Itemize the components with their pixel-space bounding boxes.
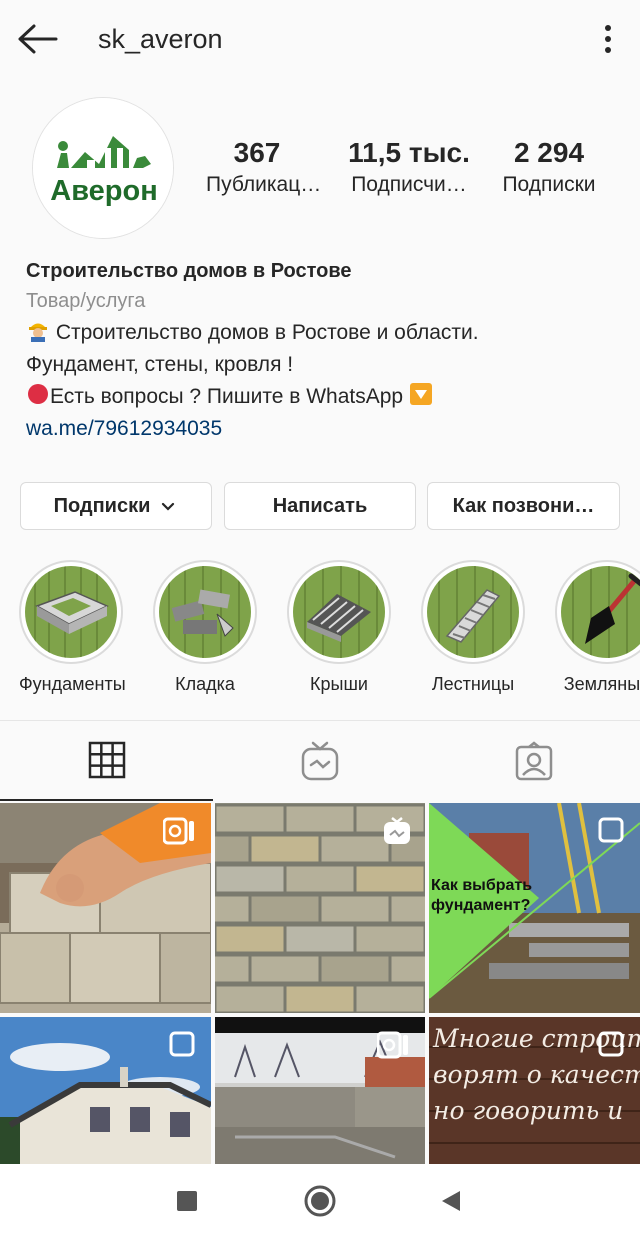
highlight-stairs-label: Лестницы [431,674,515,694]
tagged-icon [515,741,552,781]
posts-label: Публикац… [206,173,322,196]
carousel-icon [169,1031,195,1057]
call-button[interactable]: Как позвони… [427,482,620,530]
igtv-badge-icon [384,817,410,844]
roof-icon [293,566,385,658]
post-tile[interactable] [0,1017,211,1164]
profile-display-name: Строительство домов в Ростове [26,260,352,282]
recent-apps-icon[interactable] [176,1190,198,1212]
bio-line-1-text: Строительство домов в Ростове и области. [55,321,479,344]
following-count: 2 294 [513,137,585,168]
chevron-down-icon [162,502,175,511]
highlight-masonry-label: Кладка [175,674,235,694]
followers-count: 11,5 тыс. [348,137,470,168]
tab-igtv[interactable] [213,721,426,801]
highlight-ring [555,560,640,664]
bio-line-2: Фундамент, стены, кровля ! [26,353,294,376]
back-nav-icon[interactable] [440,1189,462,1213]
profile-tabs [0,720,640,801]
highlight-masonry[interactable]: Кладка [153,560,257,698]
tab-grid[interactable] [0,721,213,801]
carousel-icon [598,1031,624,1057]
profile-category: Товар/услуга [26,290,146,312]
posts-count: 367 [233,137,281,168]
bio-line-3: Есть вопросы ? Пишите в WhatsApp [26,381,626,413]
highlight-stairs[interactable]: Лестницы [421,560,525,698]
bio-line-1: Строительство домов в Ростове и области. [26,317,626,349]
posts-stat[interactable]: 367 Публикац… [206,136,322,200]
highlight-foundations[interactable]: Фундаменты [19,560,126,698]
highlight-earthworks-label: Земляные [563,674,640,694]
highlight-roofs-label: Крыши [310,674,368,694]
highlight-ring [153,560,257,664]
post-overlay-text: Как выбрать фундамент? [431,877,533,914]
shovel-icon [561,566,640,658]
highlight-roofs[interactable]: Крыши [287,560,391,698]
highlight-ring [421,560,525,664]
post-tile[interactable]: Как выбрать фундамент? [429,803,640,1013]
highlight-earthworks[interactable]: Земляные [555,560,640,698]
igtv-icon [301,741,338,781]
more-options-icon[interactable] [596,22,620,56]
top-bar: sk_averon [0,0,640,78]
following-button-label: Подписки [53,494,151,517]
video-icon [163,817,194,845]
followers-stat[interactable]: 11,5 тыс. Подписчи… [344,136,474,200]
bricks-icon [159,566,251,658]
home-icon[interactable] [304,1185,336,1217]
message-button[interactable]: Написать [224,482,416,530]
highlight-ring [287,560,391,664]
post-tile[interactable] [215,803,425,1013]
red-circle-icon [28,384,48,404]
profile-bio: Строительство домов в Ростове Товар/услу… [26,256,626,445]
stairs-icon [427,566,519,658]
down-arrow-button-icon [409,383,432,405]
followers-label: Подписчи… [351,173,467,196]
post-wood-text-line: но говорить и [433,1096,624,1125]
following-button[interactable]: Подписки [20,482,212,530]
profile-username: sk_averon [98,24,223,54]
highlight-foundations-label: Фундаменты [19,674,126,694]
following-stat[interactable]: 2 294 Подписки [494,136,604,200]
avatar-logo-text: Аверон [50,175,157,207]
post-tile[interactable] [215,1017,425,1164]
grid-icon [88,741,125,779]
highlight-ring [19,560,123,664]
post-tile[interactable]: Многие строит ворят о качеств но говорит… [429,1017,640,1164]
message-button-label: Написать [272,494,368,517]
post-tile[interactable] [0,803,211,1013]
bio-line-3-text: Есть вопросы ? Пишите в WhatsApp [50,385,404,408]
following-label: Подписки [502,173,596,196]
construction-worker-icon [29,323,47,342]
system-navigation-bar [0,1164,640,1240]
carousel-icon [598,817,624,843]
back-arrow-icon[interactable] [16,22,60,56]
bio-link[interactable]: wa.me/79612934035 [26,413,626,445]
foundation-icon [25,566,117,658]
video-icon [377,1031,408,1059]
post-wood-text-line: ворят о качеств [433,1060,640,1089]
tab-tagged[interactable] [427,721,640,801]
profile-avatar[interactable]: Аверон [32,97,174,239]
call-button-label: Как позвони… [452,494,595,517]
